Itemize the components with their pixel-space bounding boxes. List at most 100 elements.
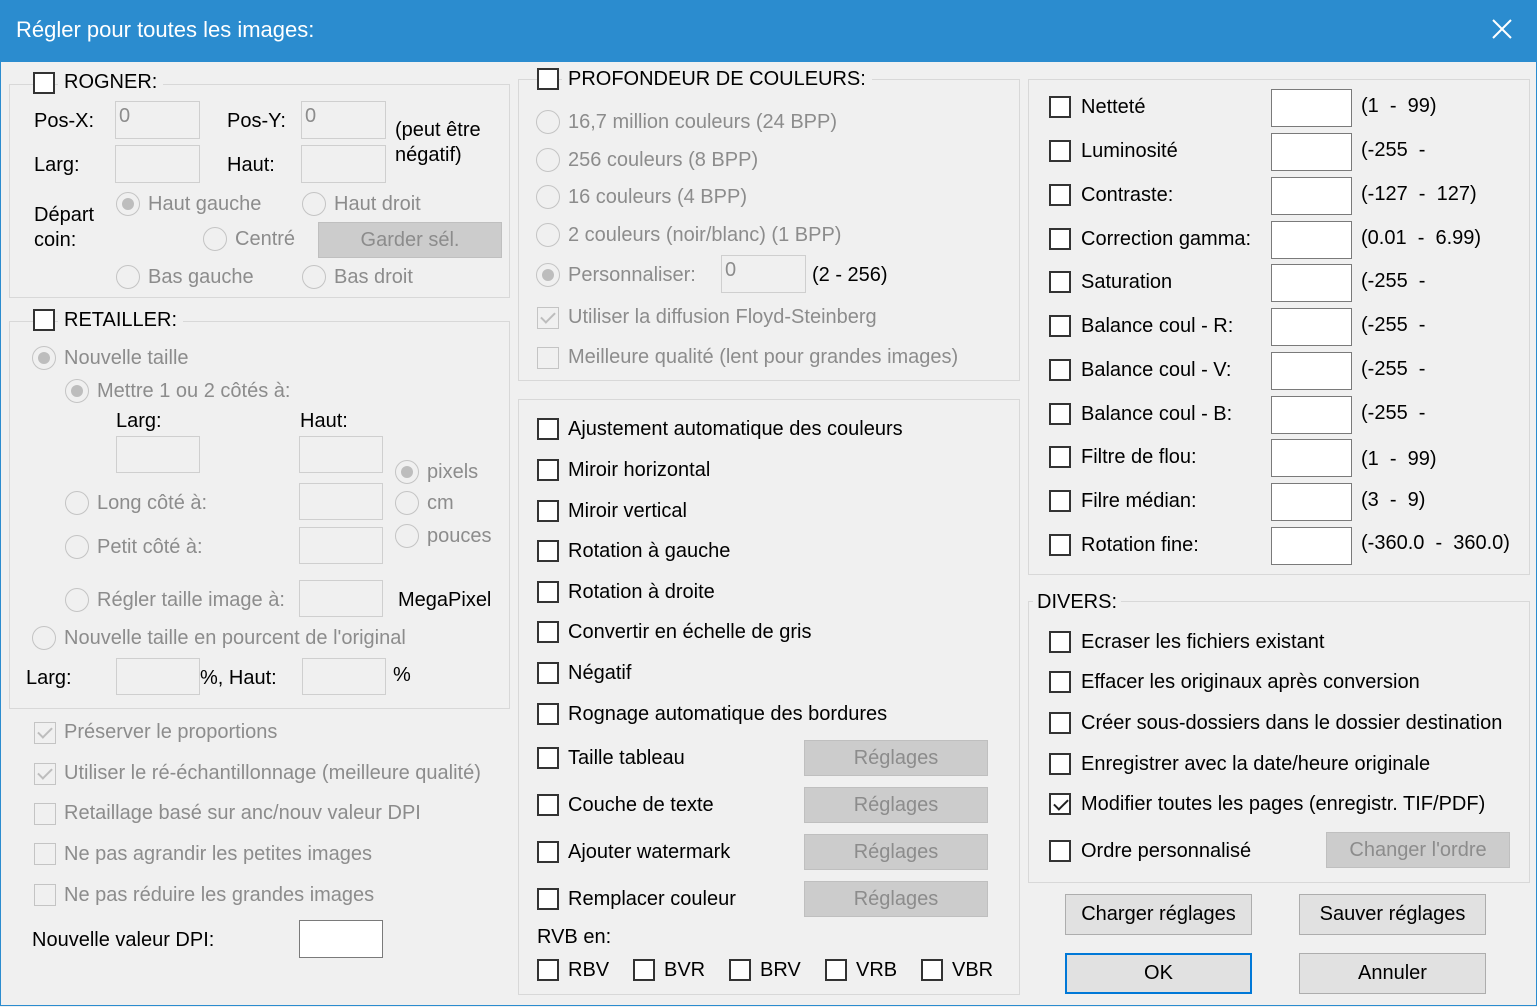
no-enlarge-checkbox[interactable] — [34, 843, 56, 865]
auto-crop-checkbox[interactable] — [537, 703, 559, 725]
median-input[interactable] — [1271, 483, 1352, 521]
long-side-input[interactable] — [299, 483, 383, 520]
rgb-vbr-checkbox[interactable] — [921, 959, 943, 981]
radio-custom-colors[interactable] — [536, 263, 560, 287]
text-layer-settings-button[interactable]: Réglages — [804, 787, 988, 823]
crop-checkbox[interactable] — [33, 72, 55, 94]
megapixel-input[interactable] — [299, 580, 383, 617]
radio-cm[interactable] — [395, 491, 419, 515]
negative-checkbox[interactable] — [537, 662, 559, 684]
preserve-proportions-checkbox[interactable] — [34, 722, 56, 744]
floyd-steinberg-label: Utiliser la diffusion Floyd-Steinberg — [568, 306, 877, 328]
radio-center[interactable] — [203, 227, 227, 251]
canvas-size-checkbox[interactable] — [537, 747, 559, 769]
saturation-input[interactable] — [1271, 264, 1352, 302]
posy-input[interactable]: 0 — [301, 101, 386, 139]
resize-width-input[interactable] — [116, 436, 200, 473]
change-order-button[interactable]: Changer l'ordre — [1326, 832, 1510, 868]
close-button[interactable] — [1467, 0, 1537, 62]
radio-bottom-left[interactable] — [116, 265, 140, 289]
custom-colors-input[interactable]: 0 — [721, 255, 806, 293]
cancel-button[interactable]: Annuler — [1299, 953, 1486, 994]
custom-order-checkbox[interactable] — [1049, 840, 1071, 862]
grayscale-checkbox[interactable] — [537, 621, 559, 643]
crop-width-input[interactable] — [115, 145, 200, 183]
radio-24bpp[interactable] — [536, 110, 560, 134]
balance-r-input[interactable] — [1271, 308, 1352, 346]
radio-inches[interactable] — [395, 524, 419, 548]
percent-height-input[interactable] — [302, 658, 386, 695]
radio-set-sides[interactable] — [65, 379, 89, 403]
color-depth-checkbox[interactable] — [537, 68, 559, 90]
best-quality-checkbox[interactable] — [537, 347, 559, 369]
brightness-input[interactable] — [1271, 133, 1352, 171]
auto-color-checkbox[interactable] — [537, 418, 559, 440]
crop-height-input[interactable] — [301, 145, 386, 183]
gamma-checkbox[interactable] — [1049, 228, 1071, 250]
watermark-checkbox[interactable] — [537, 841, 559, 863]
keep-date-checkbox[interactable] — [1049, 753, 1071, 775]
delete-originals-checkbox[interactable] — [1049, 671, 1071, 693]
gamma-input[interactable] — [1271, 221, 1352, 259]
contrast-input[interactable] — [1271, 177, 1352, 215]
brightness-checkbox[interactable] — [1049, 140, 1071, 162]
median-checkbox[interactable] — [1049, 490, 1071, 512]
radio-4bpp[interactable] — [536, 185, 560, 209]
no-reduce-checkbox[interactable] — [34, 884, 56, 906]
radio-new-size[interactable] — [32, 346, 56, 370]
brightness-label: Luminosité — [1081, 140, 1178, 162]
rgb-bvr-checkbox[interactable] — [633, 959, 655, 981]
fine-rotate-input[interactable] — [1271, 527, 1352, 565]
radio-bottom-right[interactable] — [302, 265, 326, 289]
resample-checkbox[interactable] — [34, 763, 56, 785]
radio-8bpp[interactable] — [536, 148, 560, 172]
radio-set-image-size[interactable] — [65, 588, 89, 612]
radio-1bpp[interactable] — [536, 223, 560, 247]
radio-short-side[interactable] — [65, 535, 89, 559]
radio-top-left[interactable] — [116, 192, 140, 216]
ok-button[interactable]: OK — [1065, 953, 1252, 994]
mirror-horizontal-checkbox[interactable] — [537, 459, 559, 481]
watermark-settings-button[interactable]: Réglages — [804, 834, 988, 870]
new-dpi-input[interactable] — [299, 920, 383, 958]
rotate-right-checkbox[interactable] — [537, 581, 559, 603]
percent-width-input[interactable] — [116, 658, 200, 695]
contrast-checkbox[interactable] — [1049, 184, 1071, 206]
text-layer-checkbox[interactable] — [537, 794, 559, 816]
radio-pixels[interactable] — [395, 460, 419, 484]
balance-b-input[interactable] — [1271, 396, 1352, 434]
rgb-vrb-checkbox[interactable] — [825, 959, 847, 981]
floyd-steinberg-checkbox[interactable] — [537, 307, 559, 329]
keep-selection-button[interactable]: Garder sél. — [318, 222, 502, 258]
radio-percent-size[interactable] — [32, 626, 56, 650]
balance-g-input[interactable] — [1271, 352, 1352, 390]
overwrite-checkbox[interactable] — [1049, 631, 1071, 653]
dpi-based-checkbox[interactable] — [34, 803, 56, 825]
balance-g-checkbox[interactable] — [1049, 359, 1071, 381]
posx-input[interactable]: 0 — [115, 101, 200, 139]
saturation-checkbox[interactable] — [1049, 271, 1071, 293]
rgb-brv-checkbox[interactable] — [729, 959, 751, 981]
balance-r-checkbox[interactable] — [1049, 315, 1071, 337]
resize-height-input[interactable] — [299, 436, 383, 473]
radio-long-side[interactable] — [65, 491, 89, 515]
canvas-size-settings-button[interactable]: Réglages — [804, 740, 988, 776]
rotate-left-checkbox[interactable] — [537, 540, 559, 562]
short-side-input[interactable] — [299, 527, 383, 564]
sharpness-checkbox[interactable] — [1049, 96, 1071, 118]
balance-b-checkbox[interactable] — [1049, 403, 1071, 425]
replace-color-settings-button[interactable]: Réglages — [804, 881, 988, 917]
all-pages-checkbox[interactable] — [1049, 793, 1071, 815]
replace-color-checkbox[interactable] — [537, 888, 559, 910]
save-settings-button[interactable]: Sauver réglages — [1299, 894, 1486, 935]
sharpness-input[interactable] — [1271, 89, 1352, 127]
resize-checkbox[interactable] — [33, 309, 55, 331]
blur-checkbox[interactable] — [1049, 446, 1071, 468]
load-settings-button[interactable]: Charger réglages — [1065, 894, 1252, 935]
create-subfolders-checkbox[interactable] — [1049, 712, 1071, 734]
blur-input[interactable] — [1271, 439, 1352, 477]
fine-rotate-checkbox[interactable] — [1049, 534, 1071, 556]
rgb-rbv-checkbox[interactable] — [537, 959, 559, 981]
mirror-vertical-checkbox[interactable] — [537, 500, 559, 522]
radio-top-right[interactable] — [302, 192, 326, 216]
